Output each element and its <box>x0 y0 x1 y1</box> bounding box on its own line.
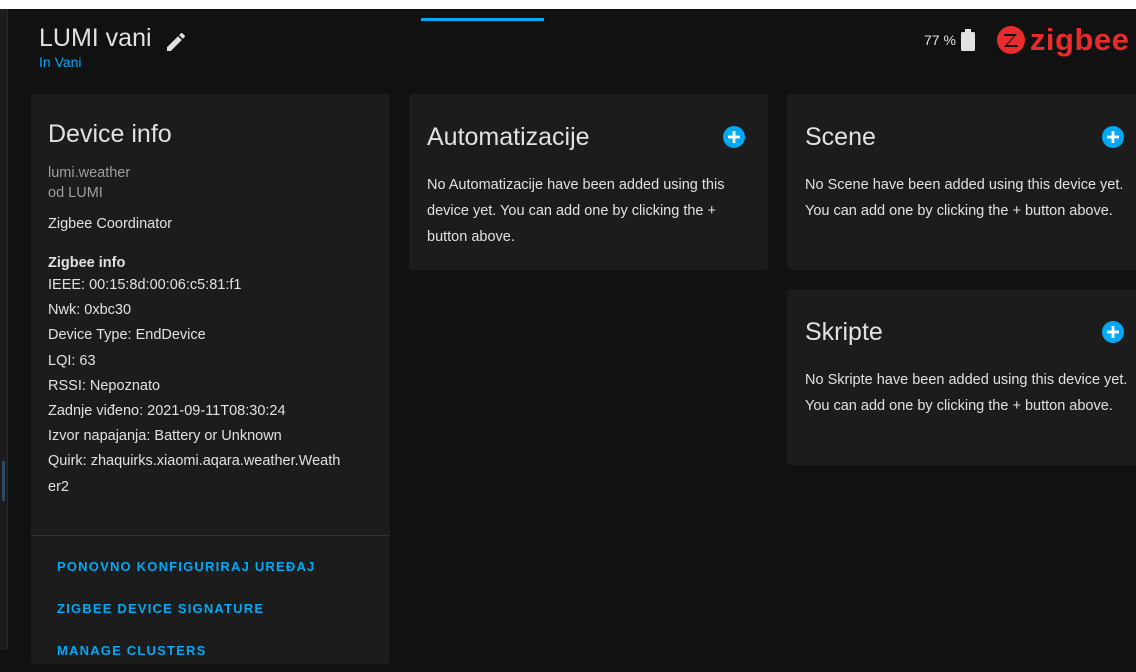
automations-card: Automatizacije No Automatizacije have be… <box>409 94 768 270</box>
device-name: LUMI vani <box>39 24 152 52</box>
plus-circle-icon[interactable] <box>1102 126 1124 148</box>
scripts-empty-text: No Skripte have been added using this de… <box>805 372 1128 414</box>
zigbee-info-quirk: Quirk: zhaquirks.xiaomi.aqara.weather.We… <box>48 453 341 470</box>
automations-card-header: Automatizacije <box>427 122 750 152</box>
plus-circle-icon[interactable] <box>1102 321 1124 343</box>
device-model-block: lumi.weather od LUMI <box>48 163 373 203</box>
battery-percentage: 77 % <box>924 32 956 48</box>
window-top-strip <box>0 0 1136 9</box>
device-model: lumi.weather <box>48 165 131 181</box>
zigbee-info-quirk-cont: er2 <box>48 478 69 495</box>
zigbee-info-title: Zigbee info <box>48 255 126 271</box>
sidebar-rail-marker <box>2 461 5 501</box>
scripts-card: Skripte No Skripte have been added using… <box>787 289 1136 465</box>
device-header: LUMI vani In Vani <box>39 22 188 70</box>
scenes-card: Scene No Scene have been added using thi… <box>787 94 1136 270</box>
zigbee-logo-icon <box>996 26 1025 54</box>
automations-empty-text: No Automatizacije have been added using … <box>427 177 725 245</box>
zigbee-logo-text: zigbee <box>1029 22 1130 57</box>
zigbee-info-list: IEEE: 00:15:8d:00:06:c5:81:f1 Nwk: 0xbc3… <box>48 273 373 500</box>
zigbee-info-power-source: Izvor napajanja: Battery or Unknown <box>48 428 282 445</box>
manage-clusters-button[interactable]: MANAGE CLUSTERS <box>31 630 390 672</box>
scenes-empty-text: No Scene have been added using this devi… <box>805 177 1124 219</box>
sidebar-rail <box>0 9 7 650</box>
scripts-title: Skripte <box>805 317 883 346</box>
zigbee-info-rssi: RSSI: Nepoznato <box>48 377 161 394</box>
device-info-title: Device info <box>48 120 172 148</box>
plus-circle-icon[interactable] <box>723 126 745 148</box>
zigbee-info-device-type: Device Type: EndDevice <box>48 327 206 344</box>
battery-icon <box>960 29 975 51</box>
scenes-card-header: Scene <box>805 122 1129 152</box>
zigbee-info-ieee: IEEE: 00:15:8d:00:06:c5:81:f1 <box>48 277 242 293</box>
device-via: Zigbee Coordinator <box>48 216 173 232</box>
reconfigure-device-button[interactable]: PONOVNO KONFIGURIRAJ UREĐAJ <box>31 546 390 588</box>
scripts-card-header: Skripte <box>805 317 1129 347</box>
zigbee-info-nwk: Nwk: 0xbc30 <box>48 302 132 319</box>
area-link[interactable]: In Vani <box>39 54 188 70</box>
device-manufacturer: od LUMI <box>48 185 103 201</box>
active-tab-indicator <box>421 18 544 21</box>
device-info-card: Device info lumi.weather od LUMI Zigbee … <box>31 94 390 664</box>
scenes-title: Scene <box>805 122 876 151</box>
sidebar-divider <box>7 9 8 650</box>
automations-title: Automatizacije <box>427 122 590 151</box>
zigbee-device-signature-button[interactable]: ZIGBEE DEVICE SIGNATURE <box>31 588 390 630</box>
zigbee-info-last-seen: Zadnje viđeno: 2021-09-11T08:30:24 <box>48 403 286 420</box>
device-header-right: 77 % zigbee <box>924 24 1129 56</box>
zigbee-info-lqi: LQI: 63 <box>48 352 96 369</box>
device-actions: PONOVNO KONFIGURIRAJ UREĐAJ ZIGBEE DEVIC… <box>31 535 390 672</box>
pencil-icon[interactable] <box>164 30 188 54</box>
zigbee-logo: zigbee <box>996 22 1130 57</box>
device-title-row: LUMI vani <box>39 22 188 54</box>
